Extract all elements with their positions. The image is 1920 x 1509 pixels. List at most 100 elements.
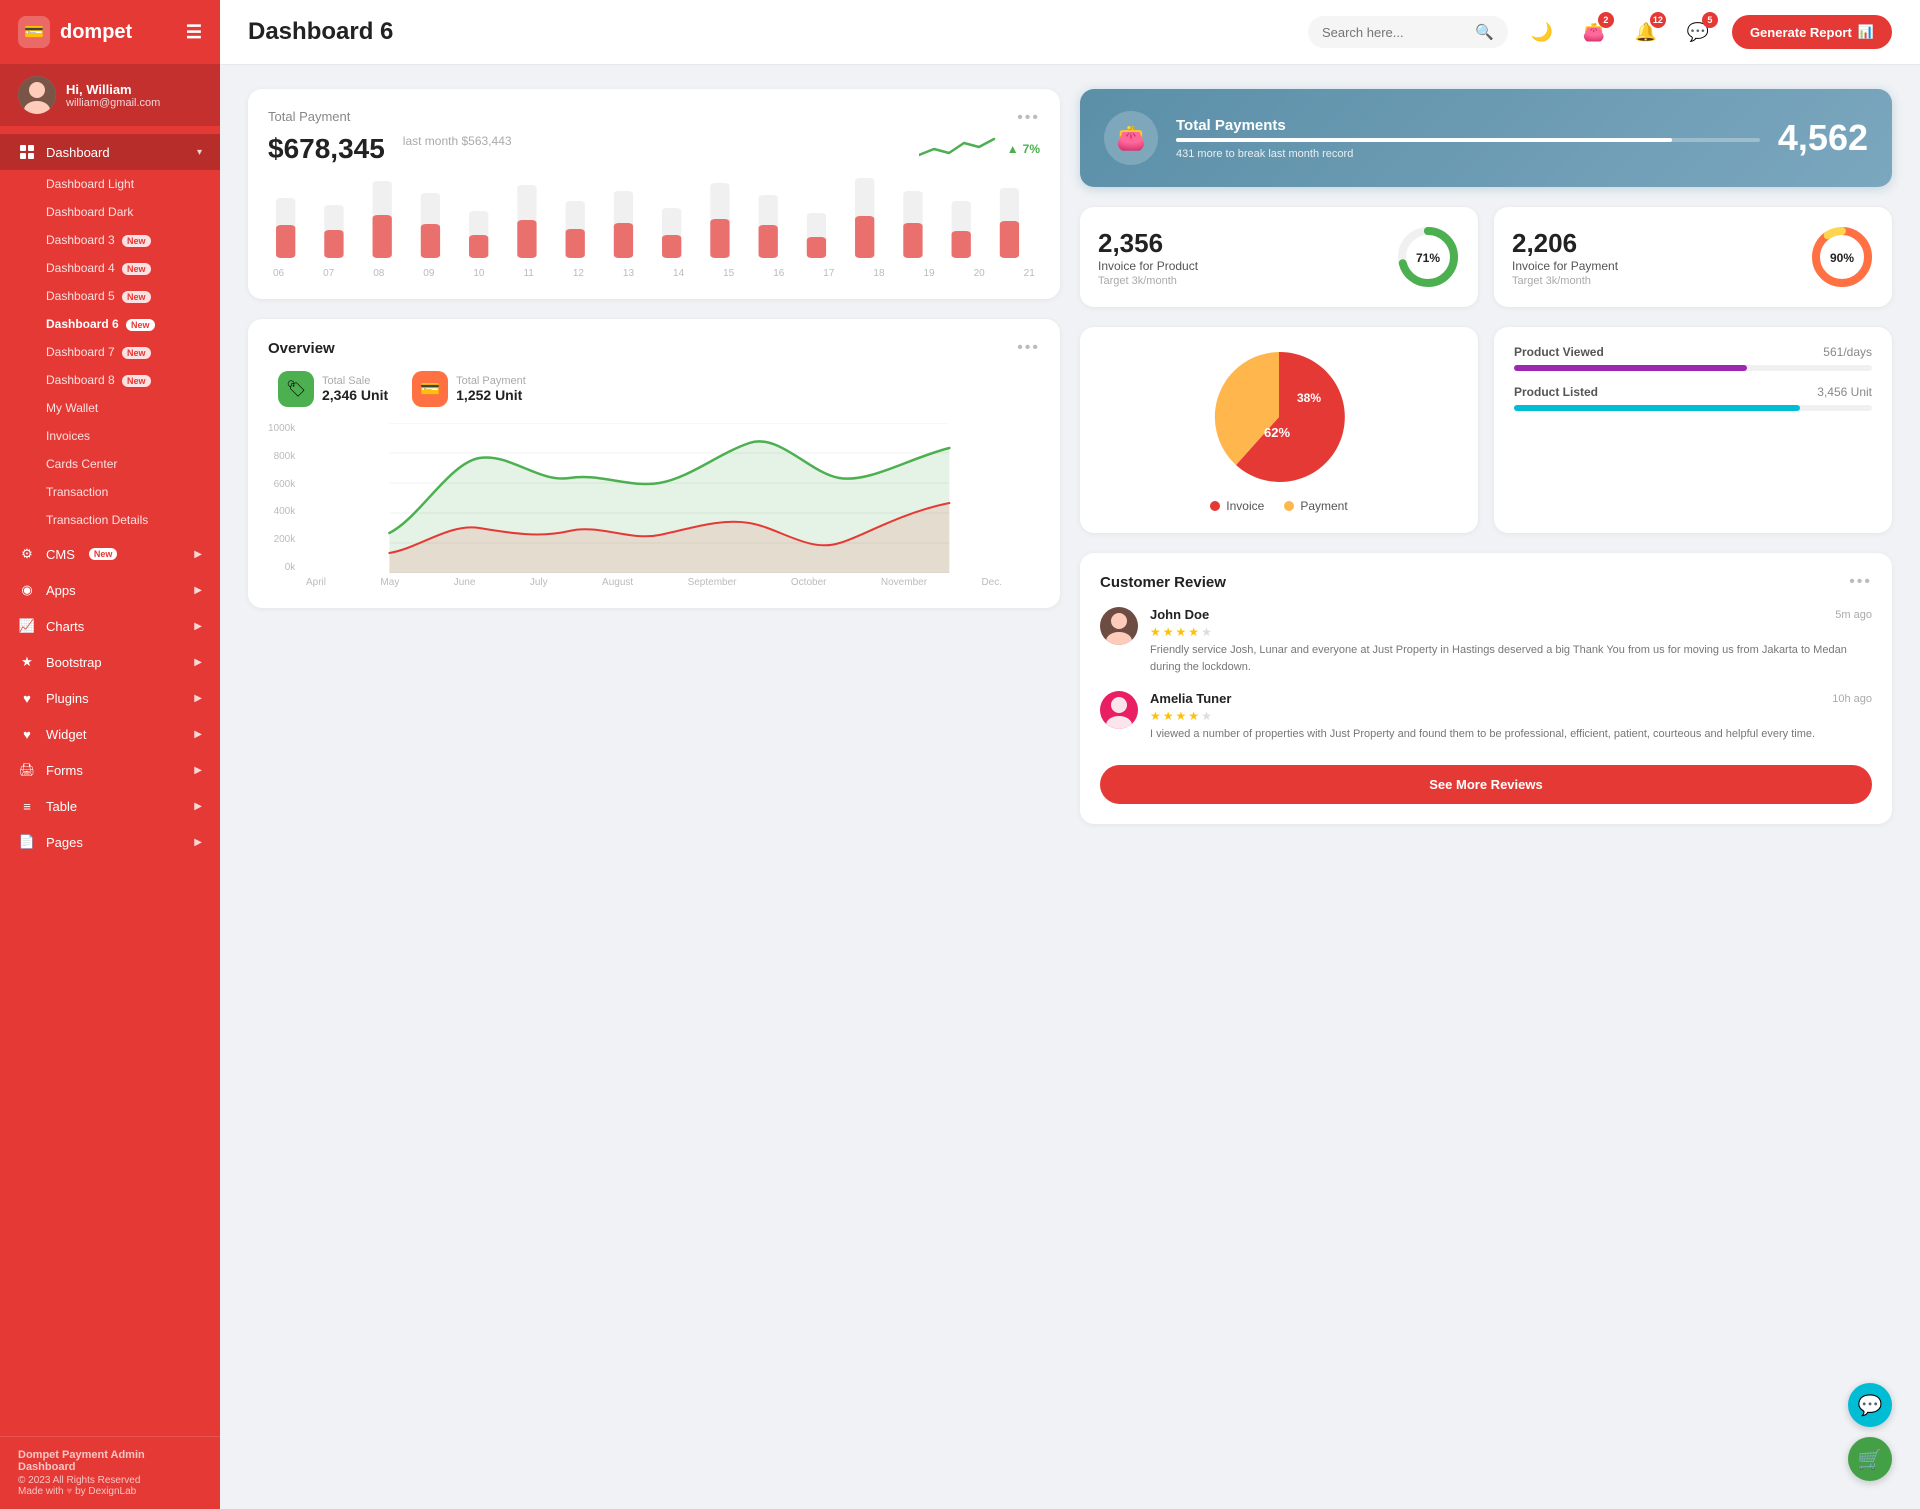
bar-label-09: 09 — [423, 268, 434, 279]
sidebar-item-dashboard[interactable]: Dashboard ▾ — [0, 134, 220, 170]
sidebar-item-widget[interactable]: ♥ Widget ▶ — [0, 716, 220, 752]
wallet-button[interactable]: 👛 2 — [1576, 14, 1612, 50]
sub-item-dashboard-dark[interactable]: Dashboard Dark — [0, 198, 220, 226]
reviewer-1-time: 5m ago — [1835, 609, 1872, 621]
messages-button[interactable]: 💬 5 — [1680, 14, 1716, 50]
dashboard-label: Dashboard — [46, 145, 110, 160]
sidebar-item-plugins[interactable]: ♥ Plugins ▶ — [0, 680, 220, 716]
dashboard-arrow: ▾ — [197, 147, 202, 158]
blue-total-payments-card: 👛 Total Payments 431 more to break last … — [1080, 89, 1892, 187]
review-item-2: Amelia Tuner 10h ago ★ ★ ★ ★ ★ I viewed … — [1100, 691, 1872, 743]
sub-item-cards-center[interactable]: Cards Center — [0, 450, 220, 478]
sub-item-dashboard-7[interactable]: Dashboard 7 New — [0, 338, 220, 366]
footer-title: Dompet Payment Admin Dashboard — [18, 1449, 202, 1473]
bar-label-21: 21 — [1024, 268, 1035, 279]
bar-label-07: 07 — [323, 268, 334, 279]
table-icon: ≡ — [18, 797, 36, 815]
plugins-label: Plugins — [46, 691, 89, 706]
sub-item-dashboard-light[interactable]: Dashboard Light — [0, 170, 220, 198]
product-viewed-fill — [1514, 365, 1747, 371]
star-1-3: ★ — [1176, 625, 1187, 639]
sub-item-my-wallet[interactable]: My Wallet — [0, 394, 220, 422]
star-2-5: ★ — [1201, 709, 1212, 723]
generate-report-button[interactable]: Generate Report 📊 — [1732, 15, 1892, 49]
invoice-product-donut: 71% — [1396, 225, 1460, 289]
sidebar-item-pages[interactable]: 📄 Pages ▶ — [0, 824, 220, 860]
total-sale-val: 2,346 Unit — [322, 387, 388, 403]
float-btns: 💬 🛒 — [1848, 1383, 1892, 1481]
product-viewed-progress — [1514, 365, 1872, 371]
star-2-4: ★ — [1188, 709, 1199, 723]
bar-label-16: 16 — [773, 268, 784, 279]
sidebar-item-charts[interactable]: 📈 Charts ▶ — [0, 608, 220, 644]
x-august: August — [602, 577, 633, 588]
svg-text:38%: 38% — [1297, 391, 1321, 405]
sub-item-dashboard-5[interactable]: Dashboard 5 New — [0, 282, 220, 310]
cms-icon: ⚙ — [18, 545, 36, 563]
overview-menu[interactable]: ••• — [1017, 339, 1040, 357]
float-cart-button[interactable]: 🛒 — [1848, 1437, 1892, 1481]
forms-arrow: ▶ — [194, 765, 202, 776]
hamburger-button[interactable]: ☰ — [186, 22, 202, 43]
total-payment-title: Total Payment — [268, 109, 350, 124]
pie-legend: Invoice Payment — [1210, 499, 1347, 513]
sub-item-invoices[interactable]: Invoices — [0, 422, 220, 450]
total-payment-icon: 💳 — [412, 371, 448, 407]
topbar: Dashboard 6 🔍 🌙 👛 2 🔔 12 💬 5 Gen — [220, 0, 1920, 65]
cms-badge: New — [89, 548, 118, 560]
total-payment-menu[interactable]: ••• — [1017, 109, 1040, 127]
chart-icon: 📊 — [1858, 24, 1874, 40]
pages-label: Pages — [46, 835, 83, 850]
blue-card-progress-fill — [1176, 138, 1672, 142]
total-payment-card: Total Payment ••• $678,345 last month $5… — [248, 89, 1060, 299]
theme-toggle-button[interactable]: 🌙 — [1524, 14, 1560, 50]
blue-card-title: Total Payments — [1176, 117, 1760, 134]
reviewer-1-name: John Doe — [1150, 607, 1209, 622]
overview-title: Overview — [268, 340, 335, 357]
table-arrow: ▶ — [194, 801, 202, 812]
x-october: October — [791, 577, 827, 588]
sidebar-item-cms[interactable]: ⚙ CMS New ▶ — [0, 536, 220, 572]
total-payment-label: Total Payment — [456, 375, 526, 387]
float-chat-button[interactable]: 💬 — [1848, 1383, 1892, 1427]
see-more-reviews-button[interactable]: See More Reviews — [1100, 765, 1872, 804]
footer-copyright: © 2023 All Rights Reserved — [18, 1475, 202, 1486]
footer-madewith: Made with ♥ by DexignLab — [18, 1486, 202, 1497]
review-title: Customer Review — [1100, 574, 1226, 591]
sidebar: 💳 dompet ☰ Hi, William william@gmail.com — [0, 0, 220, 1509]
y-label-200k: 200k — [268, 534, 295, 545]
review-menu[interactable]: ••• — [1849, 573, 1872, 591]
logo-icon: 💳 — [18, 16, 50, 48]
product-listed-val: 3,456 Unit — [1817, 385, 1872, 399]
overview-header: Overview ••• — [268, 339, 1040, 357]
sub-item-dashboard-4[interactable]: Dashboard 4 New — [0, 254, 220, 282]
bar-chart-area: 06 07 08 09 10 11 12 13 14 15 16 17 — [268, 173, 1040, 279]
review-avatar-2 — [1100, 691, 1138, 729]
notification-button[interactable]: 🔔 12 — [1628, 14, 1664, 50]
sub-item-transaction[interactable]: Transaction — [0, 478, 220, 506]
svg-text:90%: 90% — [1830, 251, 1854, 265]
total-payment-stat: 💳 Total Payment 1,252 Unit — [412, 371, 526, 407]
sub-item-dashboard-8[interactable]: Dashboard 8 New — [0, 366, 220, 394]
sidebar-item-forms[interactable]: 🖨 Forms ▶ — [0, 752, 220, 788]
dashboard-section: Dashboard ▾ Dashboard Light Dashboard Da… — [0, 134, 220, 534]
sidebar-item-bootstrap[interactable]: ★ Bootstrap ▶ — [0, 644, 220, 680]
table-label: Table — [46, 799, 77, 814]
sub-item-dashboard-6[interactable]: Dashboard 6 New — [0, 310, 220, 338]
pages-arrow: ▶ — [194, 837, 202, 848]
forms-icon: 🖨 — [18, 761, 36, 779]
widget-label: Widget — [46, 727, 86, 742]
invoice-payment-donut: 90% — [1810, 225, 1874, 289]
sidebar-item-table[interactable]: ≡ Table ▶ — [0, 788, 220, 824]
sidebar-item-apps[interactable]: ◉ Apps ▶ — [0, 572, 220, 608]
invoice-row: 2,356 Invoice for Product Target 3k/mont… — [1080, 207, 1892, 307]
sub-item-dashboard-3[interactable]: Dashboard 3 New — [0, 226, 220, 254]
heart-icon: ♥ — [66, 1486, 75, 1497]
bar-label-18: 18 — [873, 268, 884, 279]
bootstrap-label: Bootstrap — [46, 655, 102, 670]
y-label-1000k: 1000k — [268, 423, 295, 434]
bar-label-08: 08 — [373, 268, 384, 279]
search-box[interactable]: 🔍 — [1308, 16, 1508, 48]
search-input[interactable] — [1322, 25, 1467, 40]
sub-item-transaction-details[interactable]: Transaction Details — [0, 506, 220, 534]
